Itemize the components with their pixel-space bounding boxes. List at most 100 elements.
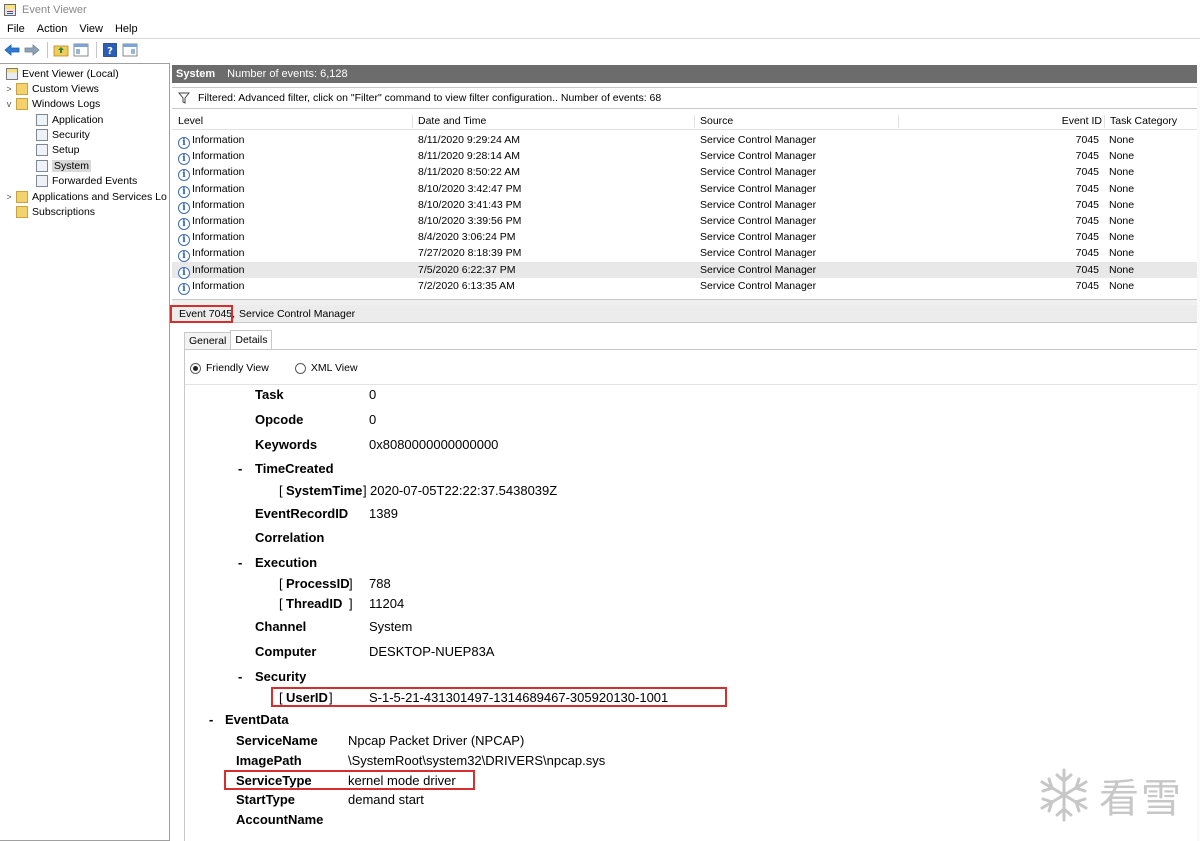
source-cell: Service Control Manager [700, 247, 817, 260]
collapse-minus[interactable]: - [238, 555, 242, 571]
table-row[interactable]: i Information 7/27/2020 8:18:39 PM Service … [172, 245, 1200, 263]
menu-action[interactable]: Action [30, 23, 73, 35]
filter-text: Filtered: Advanced filter, click on "Fil… [198, 92, 662, 104]
collapse-minus[interactable]: - [238, 669, 242, 685]
tree-item-applications-services[interactable]: > Applications and Services Lo [4, 189, 167, 204]
bracket-open: [ [279, 596, 283, 611]
tree-item-system[interactable]: System [34, 158, 92, 173]
expand-chevron-icon[interactable]: > [4, 84, 14, 94]
source-cell: Service Control Manager [700, 263, 817, 276]
menu-file[interactable]: File [0, 23, 30, 35]
column-level[interactable]: Level [172, 113, 203, 130]
source-cell: Service Control Manager [700, 150, 817, 163]
collapse-minus[interactable]: - [209, 712, 213, 728]
log-icon [36, 113, 48, 126]
menu-help[interactable]: Help [108, 23, 143, 35]
bracket-open: [ [279, 576, 283, 591]
expand-chevron-icon[interactable]: > [4, 192, 14, 202]
information-icon: i [178, 218, 190, 230]
table-row[interactable]: i Information 8/11/2020 8:50:22 AM Service … [172, 164, 1200, 182]
field-key-servicetype: ServiceType [236, 773, 312, 788]
field-key-eventrecordid: EventRecordID [255, 506, 349, 521]
event-id-label: Event 7045, [179, 307, 236, 320]
tree-item-custom-views[interactable]: > Custom Views [4, 81, 99, 96]
field-value-servicename: Npcap Packet Driver (NPCAP) [348, 733, 525, 748]
field-value-processid: 788 [369, 576, 391, 591]
forward-arrow-icon[interactable] [23, 41, 41, 59]
tab-details[interactable]: Details [230, 330, 273, 349]
task-category-cell: None [1109, 279, 1135, 292]
menu-bar: File Action View Help [0, 20, 1200, 38]
column-task-category[interactable]: Task Category [1104, 113, 1177, 130]
tree-item-security[interactable]: Security [34, 127, 90, 142]
table-row[interactable]: i Information 8/4/2020 3:06:24 PM Service C… [172, 229, 1200, 247]
information-icon: i [178, 234, 190, 247]
table-row[interactable]: i Information 7/5/2020 6:22:37 PM Service C… [172, 261, 1200, 279]
toolbar: ? [0, 38, 1200, 60]
level-cell: i Information [178, 132, 245, 149]
tab-general[interactable]: General [184, 332, 232, 349]
tree-item-subscriptions[interactable]: Subscriptions [14, 204, 95, 219]
task-category-cell: None [1109, 150, 1135, 163]
tree-item-windows-logs[interactable]: v Windows Logs [4, 96, 100, 111]
tree-item-setup[interactable]: Setup [34, 142, 79, 157]
show-hide-tree-icon[interactable] [72, 41, 90, 59]
field-key-threadid: ThreadID [286, 596, 343, 611]
event-id-cell: 7045 [1075, 134, 1099, 146]
level-cell: i Information [178, 262, 245, 279]
tree-item-event-viewer-local[interactable]: Event Viewer (Local) [4, 66, 119, 81]
event-count: Number of events: 6,128 [227, 68, 348, 80]
log-icon [36, 159, 48, 172]
tree-item-forwarded-events[interactable]: Forwarded Events [34, 173, 137, 188]
detail-tabs: General Details [184, 330, 273, 349]
field-key-processid: ProcessID [286, 576, 350, 591]
bracket-close: ] [363, 483, 367, 498]
collapse-minus[interactable]: - [238, 461, 242, 477]
filter-funnel-icon [178, 92, 190, 104]
level-text: Information [192, 279, 245, 292]
table-row[interactable]: i Information 8/10/2020 3:39:56 PM Service … [172, 213, 1200, 230]
event-viewer-icon [6, 67, 18, 80]
event-viewer-icon [4, 4, 16, 16]
task-category-cell: None [1109, 263, 1135, 276]
column-source[interactable]: Source [694, 113, 733, 130]
level-cell: i Information [178, 245, 245, 263]
table-row[interactable]: i Information 8/10/2020 3:41:43 PM Service … [172, 197, 1200, 214]
properties-icon[interactable] [121, 41, 139, 59]
console-tree: Event Viewer (Local) > Custom Views v Wi… [0, 63, 170, 841]
column-date-time[interactable]: Date and Time [412, 113, 486, 130]
date-time-cell: 7/5/2020 6:22:37 PM [418, 263, 516, 276]
information-icon: i [178, 282, 190, 295]
friendly-view-label[interactable]: Friendly View [206, 362, 269, 374]
folder-icon [16, 82, 28, 95]
field-value-imagepath: \SystemRoot\system32\DRIVERS\npcap.sys [348, 753, 606, 768]
table-row[interactable]: i Information 8/10/2020 3:42:47 PM Service … [172, 181, 1200, 198]
tree-item-application[interactable]: Application [34, 112, 103, 127]
field-value-threadid: 11204 [369, 596, 405, 611]
xml-view-label[interactable]: XML View [311, 362, 358, 374]
column-event-id[interactable]: Event ID [1052, 113, 1102, 130]
collapse-chevron-icon[interactable]: v [4, 99, 14, 109]
event-id-cell: 7045 [1075, 215, 1099, 227]
field-key-accountname: AccountName [236, 812, 324, 827]
field-value-systemtime: 2020-07-05T22:22:37.5438039Z [370, 483, 558, 498]
level-text: Information [192, 231, 245, 244]
menu-view[interactable]: View [72, 23, 108, 35]
log-icon [36, 174, 48, 187]
date-time-cell: 8/4/2020 3:06:24 PM [418, 231, 516, 244]
information-icon: i [178, 153, 190, 166]
field-value-channel: System [369, 619, 413, 634]
field-value-task: 0 [369, 387, 377, 402]
window-title: Event Viewer [22, 4, 87, 16]
table-row[interactable]: i Information 8/11/2020 9:29:24 AM Service … [172, 132, 1200, 149]
xml-view-radio[interactable] [294, 362, 306, 374]
table-row[interactable]: i Information 8/11/2020 9:28:14 AM Service … [172, 148, 1200, 166]
help-icon[interactable]: ? [101, 41, 119, 59]
title-bar: Event Viewer [0, 0, 1200, 20]
table-row[interactable]: i Information 7/2/2020 6:13:35 AM Service C… [172, 278, 1200, 295]
bracket-close: ] [349, 596, 353, 611]
friendly-view-radio[interactable] [190, 362, 201, 374]
back-arrow-icon[interactable] [3, 41, 21, 59]
folder-up-icon[interactable] [52, 41, 70, 59]
subscriptions-icon [16, 205, 28, 218]
